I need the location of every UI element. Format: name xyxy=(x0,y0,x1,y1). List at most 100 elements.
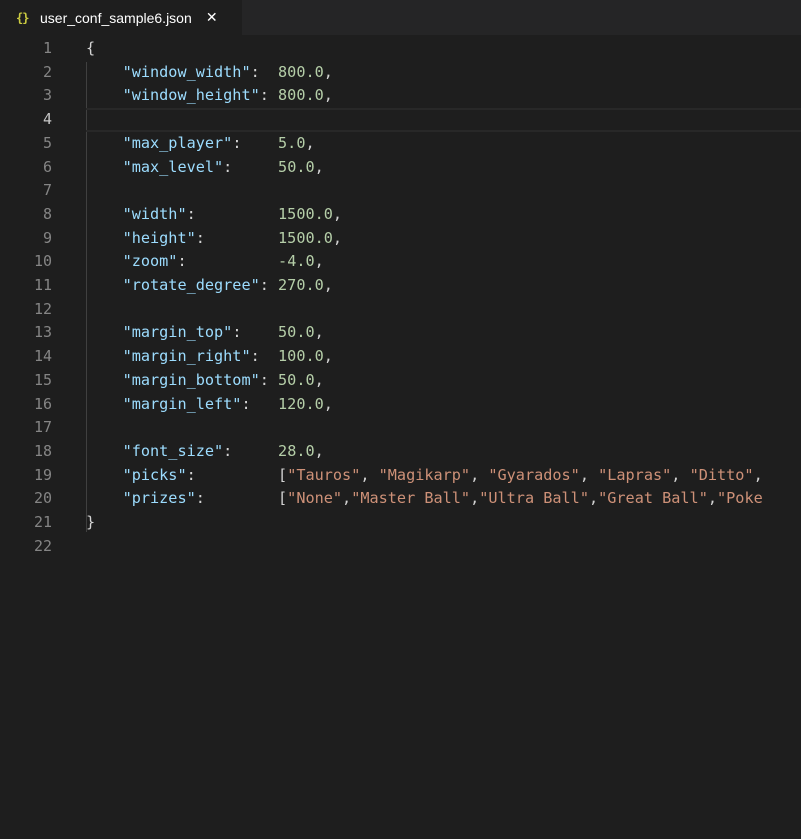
code-line[interactable]: 18 "font_size": 28.0, xyxy=(0,440,801,464)
tab-user-conf-sample6-json[interactable]: {} user_conf_sample6.json ✕ xyxy=(0,0,242,35)
code-line[interactable]: 2 "window_width": 800.0, xyxy=(0,61,801,85)
code-line[interactable]: 15 "margin_bottom": 50.0, xyxy=(0,369,801,393)
code-token: , xyxy=(323,394,333,413)
code-token: , xyxy=(323,347,333,366)
code-token: : [ xyxy=(186,465,288,484)
code-token: , xyxy=(588,489,599,508)
code-token: "prizes" xyxy=(122,489,196,508)
code-token: : xyxy=(186,204,279,223)
code-line[interactable]: 4 xyxy=(0,108,801,132)
line-number: 10 xyxy=(33,252,52,271)
line-number: 18 xyxy=(33,441,52,460)
code-token: 50.0 xyxy=(278,157,315,176)
code-token: : [ xyxy=(195,489,288,508)
code-token: , xyxy=(314,441,324,460)
code-token: 50.0 xyxy=(278,323,315,342)
code-token: "zoom" xyxy=(122,252,178,271)
code-token: : xyxy=(259,86,279,105)
code-text: { xyxy=(86,37,95,61)
code-token: , xyxy=(470,489,480,508)
code-token: "Master Ball" xyxy=(351,489,471,508)
code-token: , xyxy=(753,465,772,484)
code-token: "Magikarp" xyxy=(378,465,471,484)
code-token: , xyxy=(342,489,352,508)
code-text: "window_height": 800.0, xyxy=(86,84,333,108)
code-token: , xyxy=(314,157,324,176)
line-number: 15 xyxy=(33,370,52,389)
code-text: "max_player": 5.0, xyxy=(86,132,315,156)
code-token: -4.0 xyxy=(278,252,315,271)
code-line[interactable]: 3 "window_height": 800.0, xyxy=(0,84,801,108)
code-token: : xyxy=(232,323,279,342)
code-token: 100.0 xyxy=(278,347,324,366)
code-token: , xyxy=(314,370,324,389)
code-text: "font_size": 28.0, xyxy=(86,440,324,464)
close-icon[interactable]: ✕ xyxy=(204,10,220,26)
code-line[interactable]: 13 "margin_top": 50.0, xyxy=(0,321,801,345)
code-line[interactable]: 9 "height": 1500.0, xyxy=(0,227,801,251)
code-text: "margin_bottom": 50.0, xyxy=(86,369,324,393)
code-editor[interactable]: 1{2 "window_width": 800.0, 3 "window_heig… xyxy=(0,37,801,839)
current-line-highlight xyxy=(86,108,801,132)
code-token: , xyxy=(314,323,324,342)
code-token: "rotate_degree" xyxy=(122,276,260,294)
code-token: { xyxy=(86,39,96,57)
code-text: "max_level": 50.0, xyxy=(86,156,324,180)
code-line[interactable]: 17 xyxy=(0,416,801,440)
code-line[interactable]: 21} xyxy=(0,511,801,535)
code-token: : xyxy=(259,370,279,389)
code-line[interactable]: 14 "margin_right": 100.0, xyxy=(0,345,801,369)
code-token: , xyxy=(314,252,324,271)
code-token: : xyxy=(241,394,279,413)
line-number: 2 xyxy=(42,62,52,81)
line-number: 3 xyxy=(42,86,52,105)
code-token: "margin_left" xyxy=(122,394,242,413)
code-line[interactable]: 11 "rotate_degree": 270.0, xyxy=(0,274,801,298)
code-line[interactable]: 22 xyxy=(0,535,801,559)
code-token: 1500.0 xyxy=(278,204,333,223)
code-text: } xyxy=(86,511,95,535)
code-line[interactable]: 8 "width": 1500.0, xyxy=(0,203,801,227)
code-token: , xyxy=(323,62,333,81)
code-token: "Poke xyxy=(717,489,763,508)
code-token: "None" xyxy=(287,489,343,508)
code-line[interactable]: 6 "max_level": 50.0, xyxy=(0,156,801,180)
json-file-icon: {} xyxy=(16,10,29,25)
code-token: , xyxy=(305,133,315,152)
code-line[interactable]: 7 xyxy=(0,179,801,203)
code-token: : xyxy=(195,228,279,247)
line-number: 6 xyxy=(42,157,52,176)
code-token: 28.0 xyxy=(278,441,315,460)
code-text: "prizes": ["None","Master Ball","Ultra B… xyxy=(86,487,763,511)
code-token: , xyxy=(707,489,718,508)
code-token: , xyxy=(323,276,333,294)
code-token: 800.0 xyxy=(278,86,324,105)
line-number: 16 xyxy=(33,394,52,413)
code-line[interactable]: 16 "margin_left": 120.0, xyxy=(0,393,801,417)
line-number: 1 xyxy=(42,39,52,57)
code-line[interactable]: 1{ xyxy=(0,37,801,61)
code-token: "window_height" xyxy=(122,86,260,105)
code-line[interactable]: 19 "picks": ["Tauros", "Magikarp", "Gyar… xyxy=(0,464,801,488)
code-token: "height" xyxy=(122,228,196,247)
code-token: } xyxy=(86,513,96,531)
code-line[interactable]: 5 "max_player": 5.0, xyxy=(0,132,801,156)
code-line[interactable]: 20 "prizes": ["None","Master Ball","Ultr… xyxy=(0,487,801,511)
code-token: "margin_top" xyxy=(122,323,233,342)
code-line[interactable]: 12 xyxy=(0,298,801,322)
code-token: 50.0 xyxy=(278,370,315,389)
line-number: 20 xyxy=(33,489,52,508)
line-number: 14 xyxy=(33,347,52,366)
line-number: 13 xyxy=(33,323,52,342)
code-text: "zoom": -4.0, xyxy=(86,250,324,274)
code-token: : xyxy=(259,276,279,294)
code-line[interactable]: 10 "zoom": -4.0, xyxy=(0,250,801,274)
code-token: 5.0 xyxy=(278,133,306,152)
